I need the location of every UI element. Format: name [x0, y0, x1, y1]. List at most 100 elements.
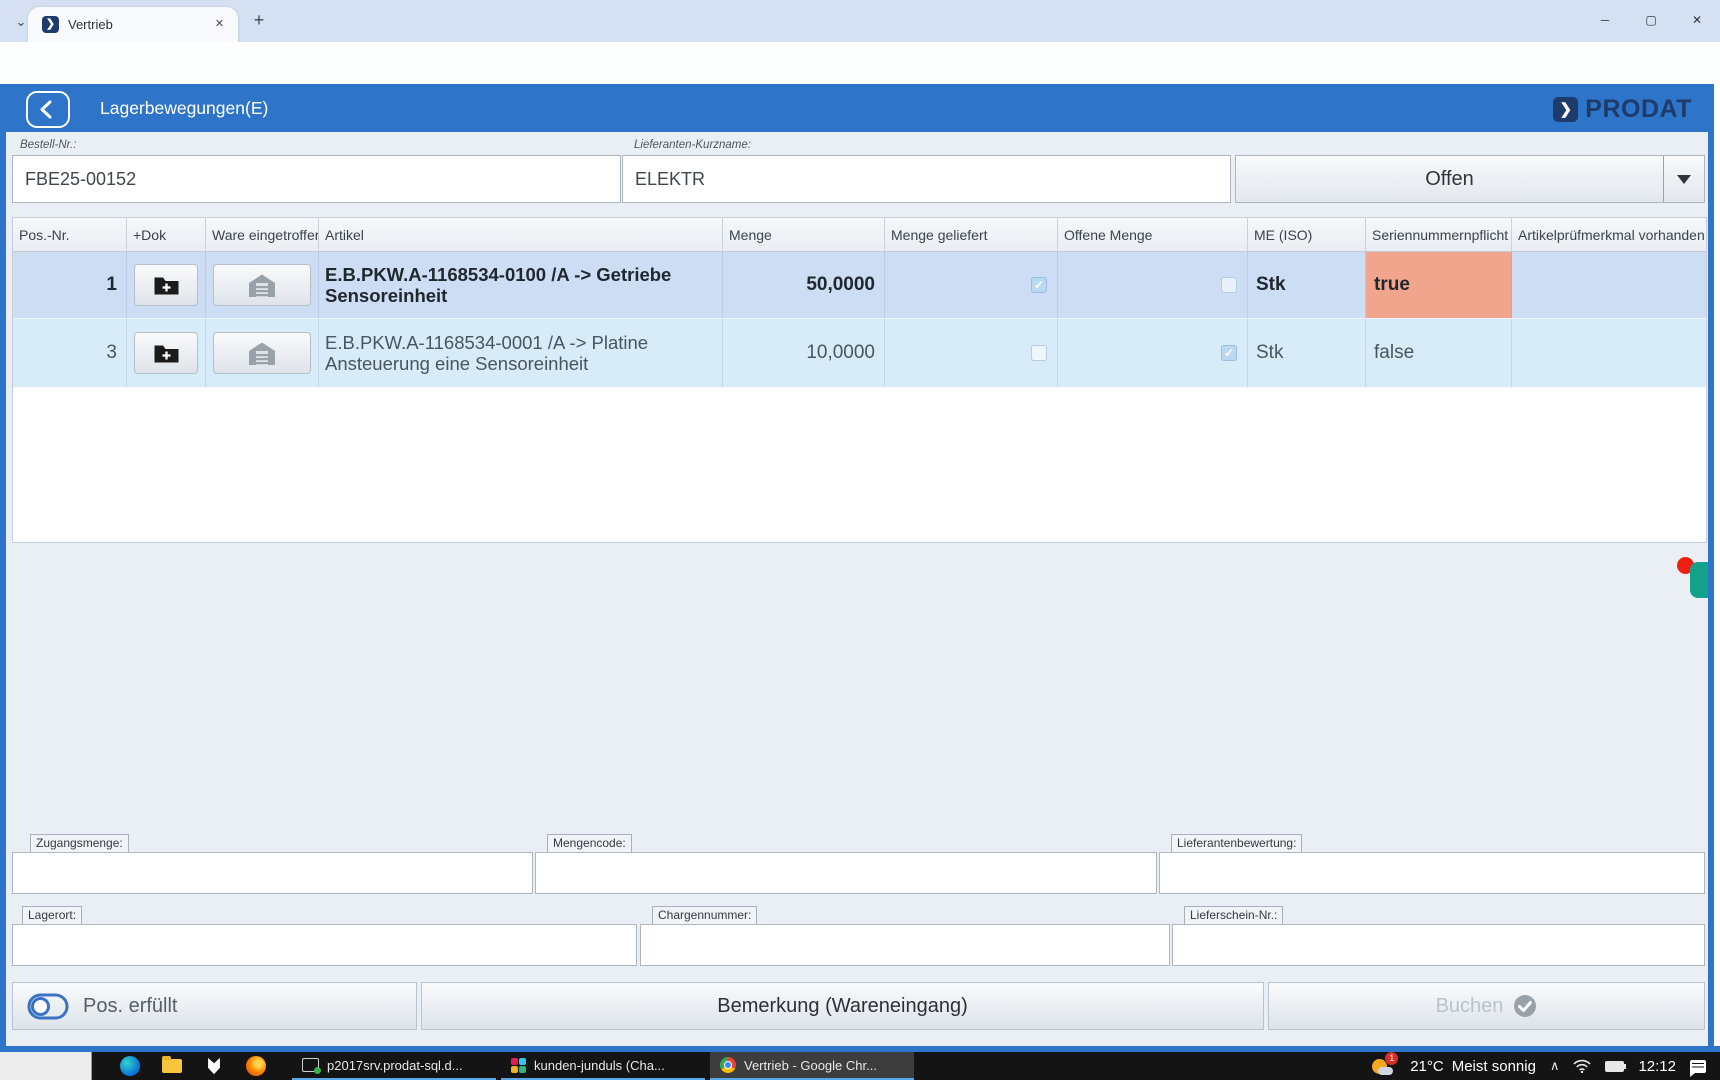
battery-icon[interactable]	[1605, 1061, 1624, 1072]
bemerkung-button[interactable]: Bemerkung (Wareneingang)	[421, 982, 1264, 1030]
zugangsmenge-label: Zugangsmenge:	[30, 834, 129, 853]
prodat-logo-icon: ❯	[1553, 97, 1578, 122]
app-header: Lagerbewegungen(E) ❯ PRODAT	[0, 84, 1714, 132]
artikel-line2: Ansteuerung eine Sensoreinheit	[325, 353, 588, 374]
offene-menge-checkbox[interactable]	[1221, 277, 1237, 293]
new-tab-button[interactable]: +	[248, 10, 270, 32]
folder-plus-icon	[153, 275, 180, 296]
table-row[interactable]: 3	[13, 319, 1706, 388]
add-document-button[interactable]	[134, 332, 198, 374]
check-circle-icon	[1513, 994, 1537, 1018]
lieferschein-nr-label: Lieferschein-Nr.:	[1184, 906, 1283, 925]
seriennummernpflicht-value: true	[1366, 252, 1512, 318]
edge-icon[interactable]	[120, 1056, 140, 1076]
buchen-button[interactable]: Buchen	[1268, 982, 1705, 1030]
add-document-button[interactable]	[134, 264, 198, 306]
bemerkung-label: Bemerkung (Wareneingang)	[422, 995, 1263, 1018]
screen: ⌄ ❯ Vertrieb ✕ + ─ ▢ ✕ ← → ⟳ vertrieb.m.…	[0, 0, 1720, 1080]
chargennummer-input[interactable]	[640, 924, 1170, 966]
close-button[interactable]: ✕	[1674, 0, 1720, 40]
mengencode-label: Mengencode:	[547, 834, 632, 853]
artikel-line2: Sensoreinheit	[325, 285, 447, 306]
me-iso-value: Stk	[1248, 252, 1366, 318]
weather-temp[interactable]: 21°C	[1410, 1058, 1444, 1075]
status-dropdown[interactable]: Offen	[1235, 155, 1705, 203]
mengencode-input[interactable]	[535, 852, 1157, 894]
chevron-left-icon	[39, 99, 53, 120]
taskbar: p2017srv.prodat-sql.d... kunden-junduls …	[0, 1052, 1720, 1080]
browser-tab[interactable]: ❯ Vertrieb ✕	[28, 7, 238, 42]
app-back-button[interactable]	[26, 91, 70, 128]
window-controls: ─ ▢ ✕	[1582, 0, 1720, 42]
positions-table: Pos.-Nr. +Dok Ware eingetroffer Artikel …	[12, 217, 1707, 543]
bestell-nr-label: Bestell-Nr.:	[20, 139, 76, 151]
artikelpruefmerkmal-value	[1512, 319, 1706, 387]
warehouse-icon	[247, 341, 277, 366]
col-header-dok: +Dok	[127, 218, 206, 251]
tab-close-icon[interactable]: ✕	[211, 16, 228, 33]
taskbar-item-label: kunden-junduls (Cha...	[534, 1058, 665, 1073]
taskbar-item-chat[interactable]: kunden-junduls (Cha...	[501, 1052, 705, 1080]
lieferschein-nr-input[interactable]	[1172, 924, 1705, 966]
col-header-ware-eingetroffen: Ware eingetroffer	[206, 218, 319, 251]
tab-title: Vertrieb	[68, 17, 113, 32]
bestell-nr-input[interactable]: FBE25-00152	[12, 155, 621, 203]
lieferantenbewertung-input[interactable]	[1159, 852, 1705, 894]
lagerort-input[interactable]	[12, 924, 637, 966]
weather-badge: 1	[1385, 1052, 1398, 1065]
menge-geliefert-checkbox[interactable]	[1031, 345, 1047, 361]
app-right-gap	[1714, 84, 1720, 1046]
col-header-me-iso: ME (ISO)	[1248, 218, 1366, 251]
table-row[interactable]: 1	[13, 252, 1706, 319]
taskbar-item-rdp[interactable]: p2017srv.prodat-sql.d...	[292, 1052, 496, 1080]
col-header-pos-nr: Pos.-Nr.	[13, 218, 127, 251]
wifi-icon[interactable]	[1573, 1059, 1591, 1073]
lieferanten-kurzname-input[interactable]: ELEKTR	[622, 155, 1231, 203]
fox-app-icon[interactable]	[204, 1056, 224, 1076]
pos-erfuellt-toggle[interactable]: Pos. erfüllt	[12, 982, 417, 1030]
menge-geliefert-checkbox[interactable]	[1031, 277, 1047, 293]
lagerort-label: Lagerort:	[22, 906, 82, 925]
chargennummer-label: Chargennummer:	[652, 906, 757, 925]
taskbar-item-label: p2017srv.prodat-sql.d...	[327, 1058, 463, 1073]
pos-erfuellt-label: Pos. erfüllt	[83, 995, 177, 1018]
browser-toolbar: ← → ⟳ vertrieb.m.prodat-erp.de:8093 ☆	[0, 42, 1720, 85]
minimize-button[interactable]: ─	[1582, 0, 1628, 40]
system-tray: 1 21°C Meist sonnig ∧ 12:12	[1372, 1052, 1720, 1080]
maximize-button[interactable]: ▢	[1628, 0, 1674, 40]
taskbar-item-chrome-active[interactable]: Vertrieb - Google Chr...	[710, 1052, 914, 1080]
pos-nr-value: 1	[13, 252, 127, 318]
weather-icon[interactable]: 1	[1372, 1055, 1396, 1077]
artikel-line1: E.B.PKW.A-1168534-0001 /A -> Platine	[325, 332, 648, 353]
floating-extension-tab[interactable]	[1690, 562, 1708, 598]
toggle-off-icon	[27, 993, 69, 1020]
col-header-artikel: Artikel	[319, 218, 723, 251]
ware-eingetroffen-button[interactable]	[213, 264, 311, 306]
file-explorer-icon[interactable]	[162, 1059, 182, 1073]
table-header-row: Pos.-Nr. +Dok Ware eingetroffer Artikel …	[13, 218, 1706, 252]
lieferantenbewertung-label: Lieferantenbewertung:	[1171, 834, 1302, 853]
ware-eingetroffen-button[interactable]	[213, 332, 311, 374]
artikel-value: E.B.PKW.A-1168534-0100 /A -> Getriebe Se…	[319, 252, 723, 318]
notification-center-icon[interactable]	[1690, 1060, 1706, 1073]
chrome-icon	[720, 1057, 736, 1073]
col-header-artikelpruefmerkmal: Artikelprüfmerkmal vorhanden	[1512, 218, 1706, 251]
artikel-value: E.B.PKW.A-1168534-0001 /A -> Platine Ans…	[319, 319, 723, 387]
seriennummernpflicht-text: false	[1374, 342, 1414, 364]
taskbar-item-label: Vertrieb - Google Chr...	[744, 1058, 877, 1073]
taskbar-search-box[interactable]	[0, 1052, 92, 1080]
clock[interactable]: 12:12	[1638, 1058, 1676, 1075]
chevron-down-icon	[1677, 175, 1691, 191]
col-header-menge-geliefert: Menge geliefert	[885, 218, 1058, 251]
status-dropdown-arrow[interactable]	[1663, 156, 1704, 202]
tray-expand-chevron-icon[interactable]: ∧	[1550, 1058, 1560, 1074]
offene-menge-checkbox[interactable]	[1221, 345, 1237, 361]
zugangsmenge-input[interactable]	[12, 852, 533, 894]
chat-app-icon	[511, 1058, 526, 1073]
page-title: Lagerbewegungen(E)	[100, 98, 268, 119]
firefox-icon[interactable]	[246, 1056, 266, 1076]
prodat-logo: ❯ PRODAT	[1553, 95, 1692, 124]
prodat-logo-text: PRODAT	[1585, 95, 1692, 124]
weather-desc[interactable]: Meist sonnig	[1452, 1058, 1536, 1075]
col-header-seriennummernpflicht: Seriennummernpflicht	[1366, 218, 1512, 251]
